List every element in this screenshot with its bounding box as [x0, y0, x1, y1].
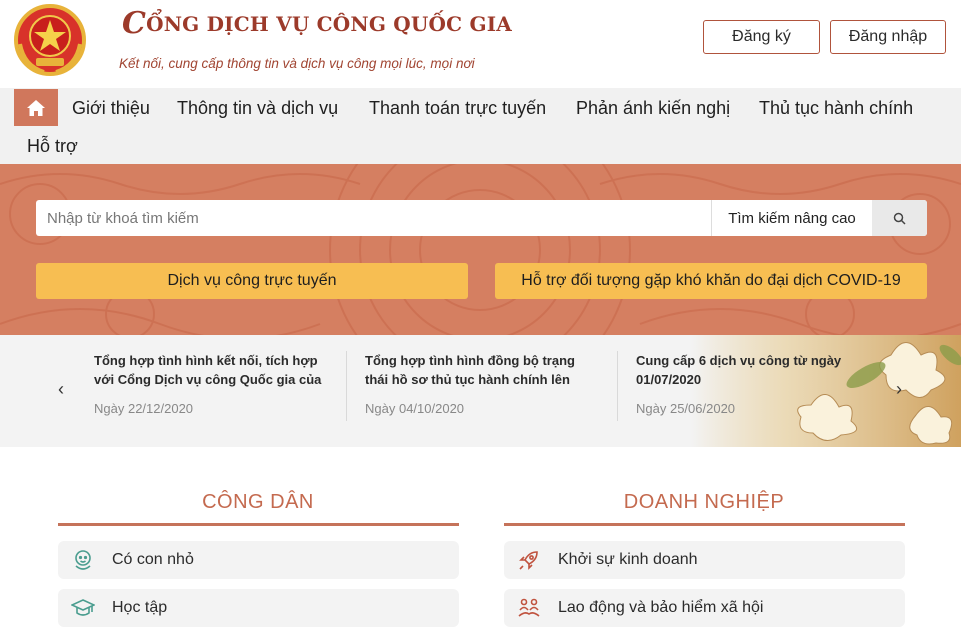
nav-item-support[interactable]: Hỗ trợ [27, 136, 78, 157]
citizen-item-children[interactable]: Có con nhỏ [58, 541, 459, 579]
news-date: Ngày 25/06/2020 [636, 401, 736, 416]
news-divider [617, 351, 618, 421]
covid-support-button[interactable]: Hỗ trợ đối tượng gặp khó khăn do đại dịc… [495, 263, 927, 299]
portal-title-rest: ỔNG DỊCH VỤ CÔNG QUỐC GIA [146, 12, 513, 36]
business-item-startup[interactable]: Khởi sự kinh doanh [504, 541, 905, 579]
main-nav: Giới thiệu Thông tin và dịch vụ Thanh to… [0, 88, 961, 164]
news-title[interactable]: Cung cấp 6 dịch vụ công từ ngày 01/07/20… [636, 351, 846, 389]
news-item[interactable]: Tổng hợp tình hình kết nối, tích hợp với… [94, 351, 329, 416]
home-button[interactable] [14, 89, 58, 126]
search-input[interactable] [36, 200, 711, 236]
register-button[interactable]: Đăng ký [703, 20, 820, 54]
portal-subtitle: Kết nối, cung cấp thông tin và dịch vụ c… [119, 56, 475, 71]
national-emblem-logo[interactable] [14, 4, 86, 76]
home-icon [27, 99, 45, 116]
banner-pattern [0, 164, 961, 335]
news-carousel: ‹ › Tổng hợp tình hình kết nối, tích hợp… [0, 335, 961, 447]
rocket-icon [516, 547, 542, 573]
business-item-labor-insurance[interactable]: Lao động và bảo hiểm xã hội [504, 589, 905, 627]
business-section-underline [504, 523, 905, 526]
header: CỔNG DỊCH VỤ CÔNG QUỐC GIA Kết nối, cung… [0, 0, 961, 88]
citizen-item-education[interactable]: Học tập [58, 589, 459, 627]
news-divider [346, 351, 347, 421]
workers-icon [516, 595, 542, 621]
carousel-prev-arrow-icon[interactable]: ‹ [58, 379, 64, 400]
graduation-cap-icon [70, 595, 96, 621]
advanced-search-button[interactable]: Tìm kiếm nâng cao [711, 200, 872, 236]
nav-item-info-services[interactable]: Thông tin và dịch vụ [177, 98, 338, 119]
search-button[interactable] [872, 200, 927, 236]
citizen-section-title[interactable]: CÔNG DÂN [58, 491, 458, 514]
baby-icon [70, 547, 96, 573]
news-item[interactable]: Cung cấp 6 dịch vụ công từ ngày 01/07/20… [636, 351, 846, 416]
nav-item-admin-procedures[interactable]: Thủ tục hành chính [759, 98, 913, 119]
portal-title-initial: C [122, 6, 147, 41]
news-date: Ngày 04/10/2020 [365, 401, 465, 416]
portal-title[interactable]: CỔNG DỊCH VỤ CÔNG QUỐC GIA [122, 6, 512, 41]
citizen-section-underline [58, 523, 459, 526]
news-date: Ngày 22/12/2020 [94, 401, 194, 416]
news-title[interactable]: Tổng hợp tình hình đồng bộ trạng thái hồ… [365, 351, 600, 389]
search-bar: Tìm kiếm nâng cao [36, 200, 927, 236]
business-item-label: Lao động và bảo hiểm xã hội [558, 599, 764, 616]
nav-item-about[interactable]: Giới thiệu [72, 98, 150, 119]
login-button[interactable]: Đăng nhập [830, 20, 946, 54]
news-item[interactable]: Tổng hợp tình hình đồng bộ trạng thái hồ… [365, 351, 600, 416]
news-title[interactable]: Tổng hợp tình hình kết nối, tích hợp với… [94, 351, 329, 389]
nav-item-online-payment[interactable]: Thanh toán trực tuyến [369, 98, 546, 119]
citizen-item-label: Có con nhỏ [112, 551, 194, 568]
search-icon [893, 212, 906, 225]
business-section-title[interactable]: DOANH NGHIỆP [504, 491, 904, 514]
business-item-label: Khởi sự kinh doanh [558, 551, 698, 568]
search-banner: Tìm kiếm nâng cao Dịch vụ công trực tuyế… [0, 164, 961, 335]
citizen-item-label: Học tập [112, 599, 168, 616]
nav-item-feedback[interactable]: Phản ánh kiến nghị [576, 98, 730, 119]
online-services-button[interactable]: Dịch vụ công trực tuyến [36, 263, 468, 299]
carousel-next-arrow-icon[interactable]: › [896, 379, 902, 400]
